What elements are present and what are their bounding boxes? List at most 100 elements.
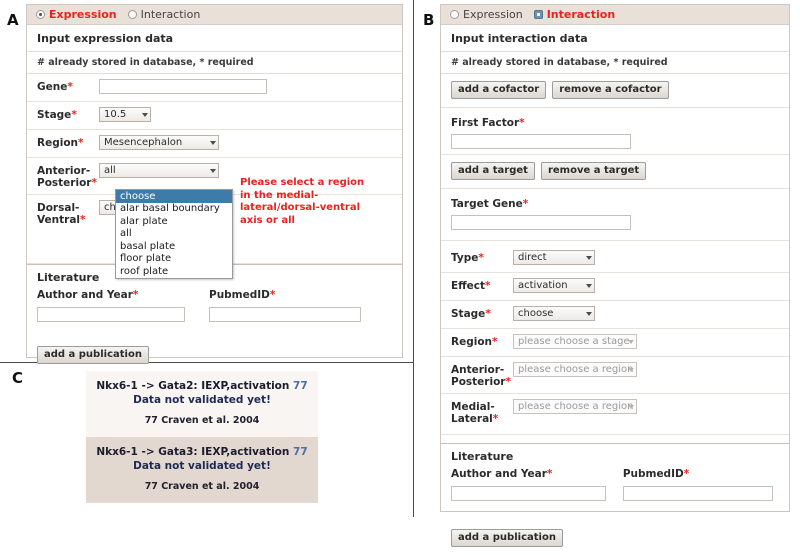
label-medial-lateral: Medial-Lateral* (451, 401, 499, 425)
dorsal-ventral-dropdown-list[interactable]: choose alar basal boundary alar plate al… (115, 189, 233, 279)
mode-label-interaction: Interaction (546, 8, 616, 21)
result-row[interactable]: Nkx6-1 -> Gata2: IEXP,activation 77 Data… (86, 371, 318, 437)
dropdown-option[interactable]: roof plate (116, 265, 232, 278)
result-interaction-title: Nkx6-1 -> Gata2: IEXP,activation 77 (92, 379, 312, 393)
mode-option-interaction-a[interactable]: Interaction (127, 8, 201, 21)
dorsal-ventral-hint-text: Please select a region in the medial-lat… (240, 177, 365, 226)
interaction-form-panel: Expression Interaction Input interaction… (440, 4, 790, 547)
reference-link[interactable]: 77 (293, 446, 308, 458)
result-interaction-text: Nkx6-1 -> Gata2: IEXP,activation (96, 380, 290, 392)
target-button-row: add a target remove a target (441, 155, 789, 189)
result-interaction-title: Nkx6-1 -> Gata3: IEXP,activation 77 (92, 445, 312, 459)
anterior-posterior-select-b[interactable]: please choose a region (513, 362, 637, 377)
chevron-down-icon (628, 339, 634, 344)
region-select-value: Mesencephalon (104, 137, 183, 148)
field-row-gene: Gene* (27, 74, 402, 102)
literature-fields-a: Author and Year* PubmedID* (27, 289, 402, 328)
chevron-down-icon (210, 168, 216, 173)
author-year-input-a[interactable] (37, 307, 185, 322)
interaction-form-body: Input interaction data # already stored … (441, 25, 789, 555)
remove-target-button[interactable]: remove a target (540, 162, 647, 180)
chevron-down-icon (586, 283, 592, 288)
add-target-button[interactable]: add a target (451, 162, 535, 180)
result-row[interactable]: Nkx6-1 -> Gata3: IEXP,activation 77 Data… (86, 437, 318, 503)
mode-label-interaction: Interaction (140, 8, 201, 21)
region-select[interactable]: Mesencephalon (99, 135, 219, 150)
radio-expression-icon[interactable] (450, 10, 459, 19)
anterior-posterior-select[interactable]: all (99, 163, 219, 178)
add-publication-row-b: add a publication (441, 507, 789, 555)
dropdown-option[interactable]: alar basal boundary (116, 203, 232, 216)
add-publication-row-a: add a publication (27, 328, 402, 372)
label-target-gene: Target Gene* (451, 198, 529, 210)
field-row-medial-lateral: Medial-Lateral* please choose a region (441, 394, 789, 435)
form-legend-b: # already stored in database, * required (441, 52, 789, 74)
label-type: Type* (451, 252, 484, 264)
stage-select-value-b: choose (518, 308, 554, 319)
dropdown-option[interactable]: alar plate (116, 215, 232, 228)
field-row-stage-b: Stage* choose (441, 301, 789, 329)
first-factor-input[interactable] (451, 134, 631, 149)
figure-root: A B C Expression Interaction Input expre… (0, 0, 800, 547)
label-author-year-b: Author and Year* (451, 468, 553, 480)
stage-select-b[interactable]: choose (513, 306, 595, 321)
section-title-interaction: Input interaction data (441, 25, 789, 52)
section-title-expression: Input expression data (27, 25, 402, 52)
radio-interaction-icon[interactable] (533, 10, 543, 19)
region-select-value-b: please choose a stage (518, 336, 630, 347)
interaction-results-list: Nkx6-1 -> Gata2: IEXP,activation 77 Data… (86, 371, 318, 503)
label-author-year-a: Author and Year* (37, 289, 139, 301)
target-gene-input[interactable] (451, 215, 631, 230)
mode-label-expression: Expression (463, 8, 523, 21)
mode-selector-b: Expression Interaction (441, 5, 789, 25)
stage-select[interactable]: 10.5 (99, 107, 151, 122)
field-row-stage: Stage* 10.5 (27, 102, 402, 130)
label-pubmed-id-b: PubmedID* (622, 468, 690, 480)
chevron-down-icon (586, 311, 592, 316)
panel-letter-a: A (7, 11, 19, 29)
mode-label-expression: Expression (49, 8, 117, 21)
result-validation-status: Data not validated yet! (133, 394, 271, 406)
pubmed-id-input-a[interactable] (209, 307, 361, 322)
add-cofactor-button[interactable]: add a cofactor (451, 81, 547, 99)
radio-interaction-icon[interactable] (127, 10, 137, 19)
mode-option-interaction-b[interactable]: Interaction (533, 8, 616, 21)
dropdown-option[interactable]: floor plate (116, 253, 232, 266)
gene-input[interactable] (99, 79, 267, 94)
result-citation: 77 Craven et al. 2004 (144, 415, 260, 426)
reference-link[interactable]: 77 (293, 380, 308, 392)
label-stage-b: Stage* (451, 308, 491, 320)
result-interaction-text: Nkx6-1 -> Gata3: IEXP,activation (96, 446, 290, 458)
anterior-posterior-select-value-b: please choose a region (518, 364, 634, 375)
dropdown-option[interactable]: basal plate (116, 240, 232, 253)
pubmed-id-input-b[interactable] (622, 486, 773, 501)
field-row-first-factor: First Factor* (441, 108, 789, 155)
label-dorsal-ventral: Dorsal-Ventral* (37, 202, 86, 226)
dropdown-option[interactable]: all (116, 228, 232, 241)
dropdown-option[interactable]: choose (116, 190, 232, 203)
mode-option-expression-b[interactable]: Expression (450, 8, 523, 21)
chevron-down-icon (586, 255, 592, 260)
effect-select[interactable]: activation (513, 278, 595, 293)
medial-lateral-select[interactable]: please choose a region (513, 399, 637, 414)
add-publication-button-b[interactable]: add a publication (451, 529, 563, 547)
label-region: Region* (37, 137, 84, 149)
literature-title-b: Literature (441, 443, 789, 468)
mode-option-expression-a[interactable]: Expression (36, 8, 117, 21)
label-anterior-posterior-b: Anterior-Posterior* (451, 364, 511, 388)
type-select[interactable]: direct (513, 250, 595, 265)
region-select-b[interactable]: please choose a stage (513, 334, 637, 349)
result-validation-status: Data not validated yet! (133, 460, 271, 472)
label-effect: Effect* (451, 280, 491, 292)
effect-select-value: activation (518, 280, 568, 291)
remove-cofactor-button[interactable]: remove a cofactor (552, 81, 669, 99)
radio-expression-icon[interactable] (36, 10, 45, 19)
chevron-down-icon (142, 112, 148, 117)
stage-select-value: 10.5 (104, 109, 127, 120)
label-stage: Stage* (37, 109, 77, 121)
field-row-region: Region* Mesencephalon (27, 130, 402, 158)
medial-lateral-select-value: please choose a region (518, 401, 634, 412)
expression-form-panel: Expression Interaction Input expression … (26, 4, 403, 364)
author-year-input-b[interactable] (451, 486, 606, 501)
add-publication-button-a[interactable]: add a publication (37, 346, 149, 364)
